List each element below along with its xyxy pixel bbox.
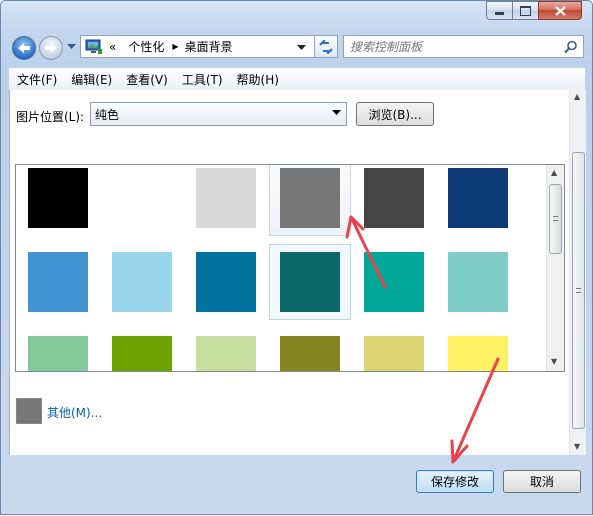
refresh-icon: [319, 39, 333, 54]
content-scroll-up-arrow-icon[interactable]: ▲: [574, 92, 580, 101]
gallery-scroll-thumb[interactable]: [549, 184, 562, 254]
color-swatch-fill: [280, 168, 340, 228]
caption-buttons: [486, 1, 582, 20]
color-swatch-gallery: ▲ ▼: [15, 164, 565, 372]
recent-pages-chevron-icon[interactable]: [67, 44, 76, 50]
search-input[interactable]: [344, 38, 564, 55]
dialog-footer: 保存修改 取消: [1, 456, 593, 516]
content-scroll-down-arrow-icon[interactable]: ▼: [574, 442, 580, 451]
address-overflow[interactable]: «: [109, 40, 116, 54]
color-swatch-fill: [364, 336, 424, 371]
picture-location-select[interactable]: 纯色: [90, 102, 347, 126]
color-swatch[interactable]: [101, 244, 183, 320]
scroll-up-arrow-icon[interactable]: ▲: [551, 168, 557, 177]
search-icon[interactable]: [564, 40, 578, 54]
color-swatch[interactable]: [17, 244, 99, 320]
color-swatch[interactable]: [17, 328, 99, 371]
color-swatch[interactable]: [269, 328, 351, 371]
color-swatch-fill: [364, 252, 424, 312]
breadcrumb-personalization[interactable]: 个性化: [128, 38, 164, 55]
other-color-swatch[interactable]: [16, 398, 42, 424]
cancel-button[interactable]: 取消: [503, 470, 581, 493]
address-dropdown-chevron-icon[interactable]: [297, 45, 306, 50]
menu-view[interactable]: 查看(V): [118, 71, 174, 88]
color-swatch[interactable]: [101, 328, 183, 371]
color-swatch[interactable]: [353, 165, 435, 236]
color-swatch-fill: [28, 168, 88, 228]
color-swatch-fill: [280, 252, 340, 312]
color-swatch[interactable]: [185, 328, 267, 371]
color-swatch[interactable]: [437, 244, 519, 320]
save-changes-button[interactable]: 保存修改: [416, 470, 494, 493]
maximize-button[interactable]: [512, 1, 538, 20]
menu-tools[interactable]: 工具(T): [174, 71, 229, 88]
color-swatch[interactable]: [185, 244, 267, 320]
picture-location-value: 纯色: [95, 107, 120, 122]
color-swatch[interactable]: [269, 165, 351, 236]
color-swatch[interactable]: [437, 165, 519, 236]
search-box[interactable]: [343, 35, 584, 58]
scroll-down-arrow-icon[interactable]: ▼: [551, 357, 557, 366]
color-swatch[interactable]: [269, 244, 351, 320]
menu-bar: 文件(F) 编辑(E) 查看(V) 工具(T) 帮助(H): [9, 67, 585, 91]
close-icon: [554, 5, 566, 16]
color-swatch-fill: [28, 336, 88, 371]
color-swatch-fill: [448, 336, 508, 371]
address-bar[interactable]: « 个性化 ▶ 桌面背景: [80, 35, 335, 58]
control-panel-icon: [85, 39, 102, 54]
color-swatch-fill: [448, 252, 508, 312]
content-pane: 图片位置(L): 纯色 浏览(B)... ▲ ▼ 其他(M)... ▲ ▼: [9, 90, 586, 455]
close-button[interactable]: [538, 1, 582, 20]
menu-file[interactable]: 文件(F): [9, 71, 63, 88]
color-swatch-fill: [28, 252, 88, 312]
content-scrollbar[interactable]: ▲ ▼: [569, 90, 586, 455]
color-swatch-fill: [364, 168, 424, 228]
content-scroll-thumb[interactable]: [572, 152, 585, 429]
color-swatch[interactable]: [437, 328, 519, 371]
menu-edit[interactable]: 编辑(E): [63, 71, 118, 88]
other-colors-link[interactable]: 其他(M)...: [47, 404, 102, 421]
forward-arrow-icon: [45, 43, 57, 53]
picture-location-label: 图片位置(L):: [16, 110, 85, 124]
color-swatch-fill: [112, 252, 172, 312]
chevron-down-icon: [332, 110, 341, 115]
color-swatch-fill: [196, 168, 256, 228]
color-swatch-fill: [196, 252, 256, 312]
gallery-scrollbar[interactable]: ▲ ▼: [546, 165, 564, 371]
forward-button[interactable]: [39, 36, 63, 60]
color-swatch[interactable]: [17, 165, 99, 236]
minimize-icon: [495, 12, 504, 15]
menu-help[interactable]: 帮助(H): [229, 71, 285, 88]
back-arrow-icon: [18, 43, 30, 53]
back-button[interactable]: [12, 36, 36, 60]
breadcrumb-separator-icon[interactable]: ▶: [172, 42, 178, 51]
maximize-icon: [520, 5, 531, 16]
color-swatch-fill: [196, 336, 256, 371]
color-swatch-fill: [280, 336, 340, 371]
color-swatch[interactable]: [101, 165, 183, 236]
color-swatch-fill: [112, 336, 172, 371]
color-swatch-fill: [112, 168, 172, 228]
color-swatch-fill: [448, 168, 508, 228]
breadcrumb-desktop-background[interactable]: 桌面背景: [185, 38, 233, 55]
minimize-button[interactable]: [486, 1, 512, 20]
color-swatch[interactable]: [185, 165, 267, 236]
browse-button[interactable]: 浏览(B)...: [356, 102, 434, 126]
refresh-button[interactable]: [314, 35, 338, 58]
window: « 个性化 ▶ 桌面背景 文件(F) 编辑(E) 查看(V) 工具(T) 帮助(…: [0, 0, 593, 515]
color-swatch[interactable]: [353, 328, 435, 371]
color-swatch[interactable]: [353, 244, 435, 320]
